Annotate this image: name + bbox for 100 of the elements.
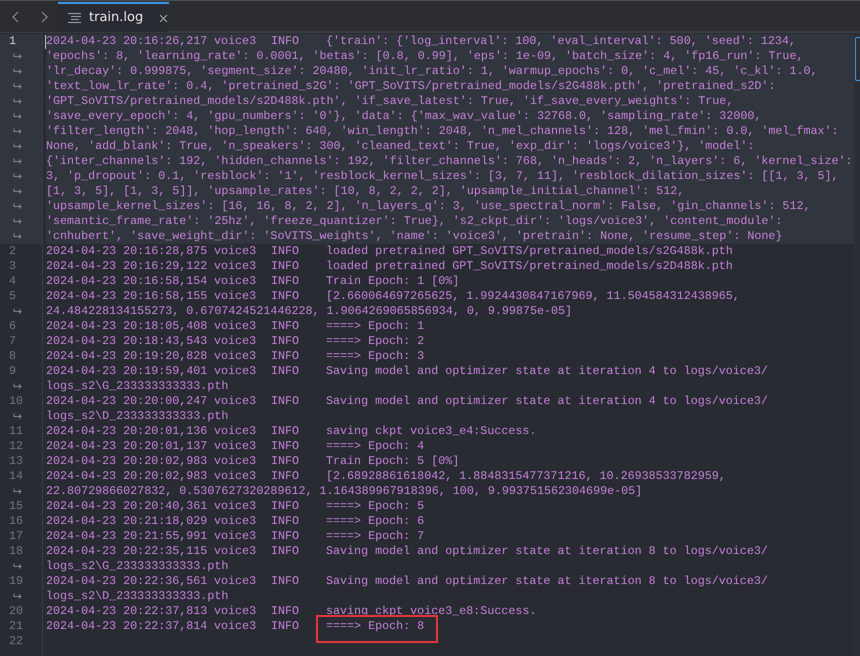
log-timestamp: 2024-04-23 20:16:26,217 <box>46 34 208 48</box>
line-number: 4 <box>9 274 16 289</box>
line-number: 22 <box>9 634 24 649</box>
log-level: INFO <box>271 529 300 543</box>
logger-name: voice3 <box>214 289 256 303</box>
log-timestamp: 2024-04-23 20:20:40,361 <box>46 499 208 513</box>
log-level: INFO <box>271 334 300 348</box>
log-message: {'train': {'log_interval': 100, 'eval_interval': 500, 'seed': 1234, <box>326 34 796 49</box>
logger-name: voice3 <box>214 394 256 408</box>
logger-name: voice3 <box>214 619 256 633</box>
log-timestamp: 2024-04-23 20:20:01,137 <box>46 439 208 453</box>
log-message: Saving model and optimizer state at iteration 4 to logs/voice3/ <box>326 364 768 379</box>
logger-name: voice3 <box>214 574 256 588</box>
line-number: 21 <box>9 619 24 634</box>
log-timestamp: 2024-04-23 20:20:01,136 <box>46 424 208 438</box>
logger-name: voice3 <box>214 514 256 528</box>
logger-name: voice3 <box>214 319 256 333</box>
log-level: INFO <box>271 619 300 633</box>
log-level: INFO <box>271 244 300 258</box>
line-number: 19 <box>9 574 24 589</box>
wrap-icon <box>13 413 23 420</box>
log-message-continuation: 'text_low_lr_rate': 0.4, 'pretrained_s2G': 'GPT_SoVITS/pretrained_models/s2G488k.pth', 'pretrained_s2D': <box>46 79 776 94</box>
log-level: INFO <box>271 454 300 468</box>
log-message-continuation: 'epochs': 8, 'learning_rate': 0.0001, 'betas': [0.8, 0.99], 'eps': 1e-09, 'batch_size': 4, 'fp16_run': True, <box>46 49 804 64</box>
log-message: ====> Epoch: 1 <box>326 319 424 334</box>
logger-name: voice3 <box>214 349 256 363</box>
log-message-continuation: 'cnhubert', 'save_weight_dir': 'SoVITS_weights', 'name': 'voice3', 'pretrain': None, 'resume_step': None} <box>46 229 782 244</box>
line-number: 16 <box>9 514 24 529</box>
log-message-continuation: 'save_every_epoch': 4, 'gpu_numbers': '0'}, 'data': {'max_wav_value': 32768.0, 'sampling_rate': 32000, <box>46 109 762 124</box>
log-level: INFO <box>271 289 300 303</box>
log-level: INFO <box>271 469 300 483</box>
log-timestamp: 2024-04-23 20:16:29,122 <box>46 259 208 273</box>
log-level: INFO <box>271 34 300 48</box>
log-message: ====> Epoch: 2 <box>326 334 424 349</box>
wrap-icon <box>13 68 23 75</box>
line-number: 13 <box>9 454 24 469</box>
wrap-icon <box>13 488 23 495</box>
wrap-icon <box>13 308 23 315</box>
log-message: [2.68928861618042, 1.8848315477371216, 10.26938533782959, <box>326 469 726 484</box>
log-message: Train Epoch: 5 [0%] <box>326 454 460 469</box>
log-message-continuation: 'GPT_SoVITS/pretrained_models/s2D488k.pth', 'if_save_latest': True, 'if_save_every_weights': True, <box>46 94 734 109</box>
scrollbar-thumb[interactable] <box>855 37 860 81</box>
log-message-continuation: 3, 'p_dropout': 0.1, 'resblock': '1', 'resblock_kernel_sizes': [3, 7, 11], 'resblock_dilation_sizes': [[1, 3, 5], <box>46 169 839 184</box>
log-message: ====> Epoch: 6 <box>326 514 424 529</box>
log-timestamp: 2024-04-23 20:22:37,813 <box>46 604 208 618</box>
line-number: 5 <box>9 289 16 304</box>
log-level: INFO <box>271 574 300 588</box>
line-number: 8 <box>9 349 16 364</box>
log-message: [2.660064697265625, 1.9924430847167969, 11.504584312438965, <box>326 289 740 304</box>
wrap-icon <box>13 203 23 210</box>
logger-name: voice3 <box>214 334 256 348</box>
wrap-icon <box>13 128 23 135</box>
log-message-continuation: 22.80729866027832, 0.5307627320289612, 1.164389967918396, 100, 9.993751562304699e-05] <box>46 484 642 499</box>
line-number: 20 <box>9 604 24 619</box>
log-level: INFO <box>271 604 300 618</box>
log-level: INFO <box>271 274 300 288</box>
wrap-icon <box>13 383 23 390</box>
log-message: saving ckpt voice3_e4:Success. <box>326 424 536 439</box>
log-timestamp: 2024-04-23 20:16:58,155 <box>46 289 208 303</box>
log-message: Saving model and optimizer state at iteration 8 to logs/voice3/ <box>326 574 768 589</box>
log-message: Train Epoch: 1 [0%] <box>326 274 460 289</box>
log-message: Saving model and optimizer state at iteration 8 to logs/voice3/ <box>326 544 768 559</box>
log-message-continuation: 24.484228134155273, 0.6707424521446228, 1.9064269065856934, 0, 9.99875e-05] <box>46 304 572 319</box>
log-message: ====> Epoch: 7 <box>326 529 424 544</box>
log-timestamp: 2024-04-23 20:16:28,875 <box>46 244 208 258</box>
line-number: 9 <box>9 364 16 379</box>
log-level: INFO <box>271 499 300 513</box>
close-icon[interactable] <box>159 14 168 22</box>
log-message-continuation: 'lr_decay': 0.999875, 'segment_size': 20480, 'init_lr_ratio': 1, 'warmup_epochs': 0, 'c_mel': 45, 'c_kl': 1.0, <box>46 64 818 79</box>
text-cursor <box>45 34 46 48</box>
wrap-icon <box>13 233 23 240</box>
logger-name: voice3 <box>214 604 256 618</box>
logger-name: voice3 <box>214 544 256 558</box>
log-level: INFO <box>271 319 300 333</box>
log-timestamp: 2024-04-23 20:22:37,814 <box>46 619 208 633</box>
logger-name: voice3 <box>214 439 256 453</box>
wrap-icon <box>13 98 23 105</box>
log-level: INFO <box>271 424 300 438</box>
log-timestamp: 2024-04-23 20:21:55,991 <box>46 529 208 543</box>
log-timestamp: 2024-04-23 20:18:05,408 <box>46 319 208 333</box>
line-number: 6 <box>9 319 16 334</box>
line-number: 10 <box>9 394 24 409</box>
logger-name: voice3 <box>214 529 256 543</box>
log-level: INFO <box>271 259 300 273</box>
log-message-continuation: logs_s2\D_233333333333.pth <box>46 409 228 424</box>
log-timestamp: 2024-04-23 20:20:00,247 <box>46 394 208 408</box>
back-icon <box>12 11 18 23</box>
log-level: INFO <box>271 439 300 453</box>
logger-name: voice3 <box>214 259 256 273</box>
log-message-continuation: 'filter_length': 2048, 'hop_length': 640, 'win_length': 2048, 'n_mel_channels': 128, 'mel_fmin': 0.0, 'mel_fmax': <box>46 124 839 139</box>
wrap-icon <box>13 593 23 600</box>
log-message: loaded pretrained GPT_SoVITS/pretrained_models/s2G488k.pth <box>326 244 733 259</box>
forward-icon <box>40 11 48 23</box>
log-timestamp: 2024-04-23 20:20:02,983 <box>46 454 208 468</box>
log-timestamp: 2024-04-23 20:22:35,115 <box>46 544 208 558</box>
log-message: ====> Epoch: 5 <box>326 499 424 514</box>
logger-name: voice3 <box>214 454 256 468</box>
log-message: ====> Epoch: 3 <box>326 349 424 364</box>
log-level: INFO <box>271 544 300 558</box>
line-number: 17 <box>9 529 24 544</box>
